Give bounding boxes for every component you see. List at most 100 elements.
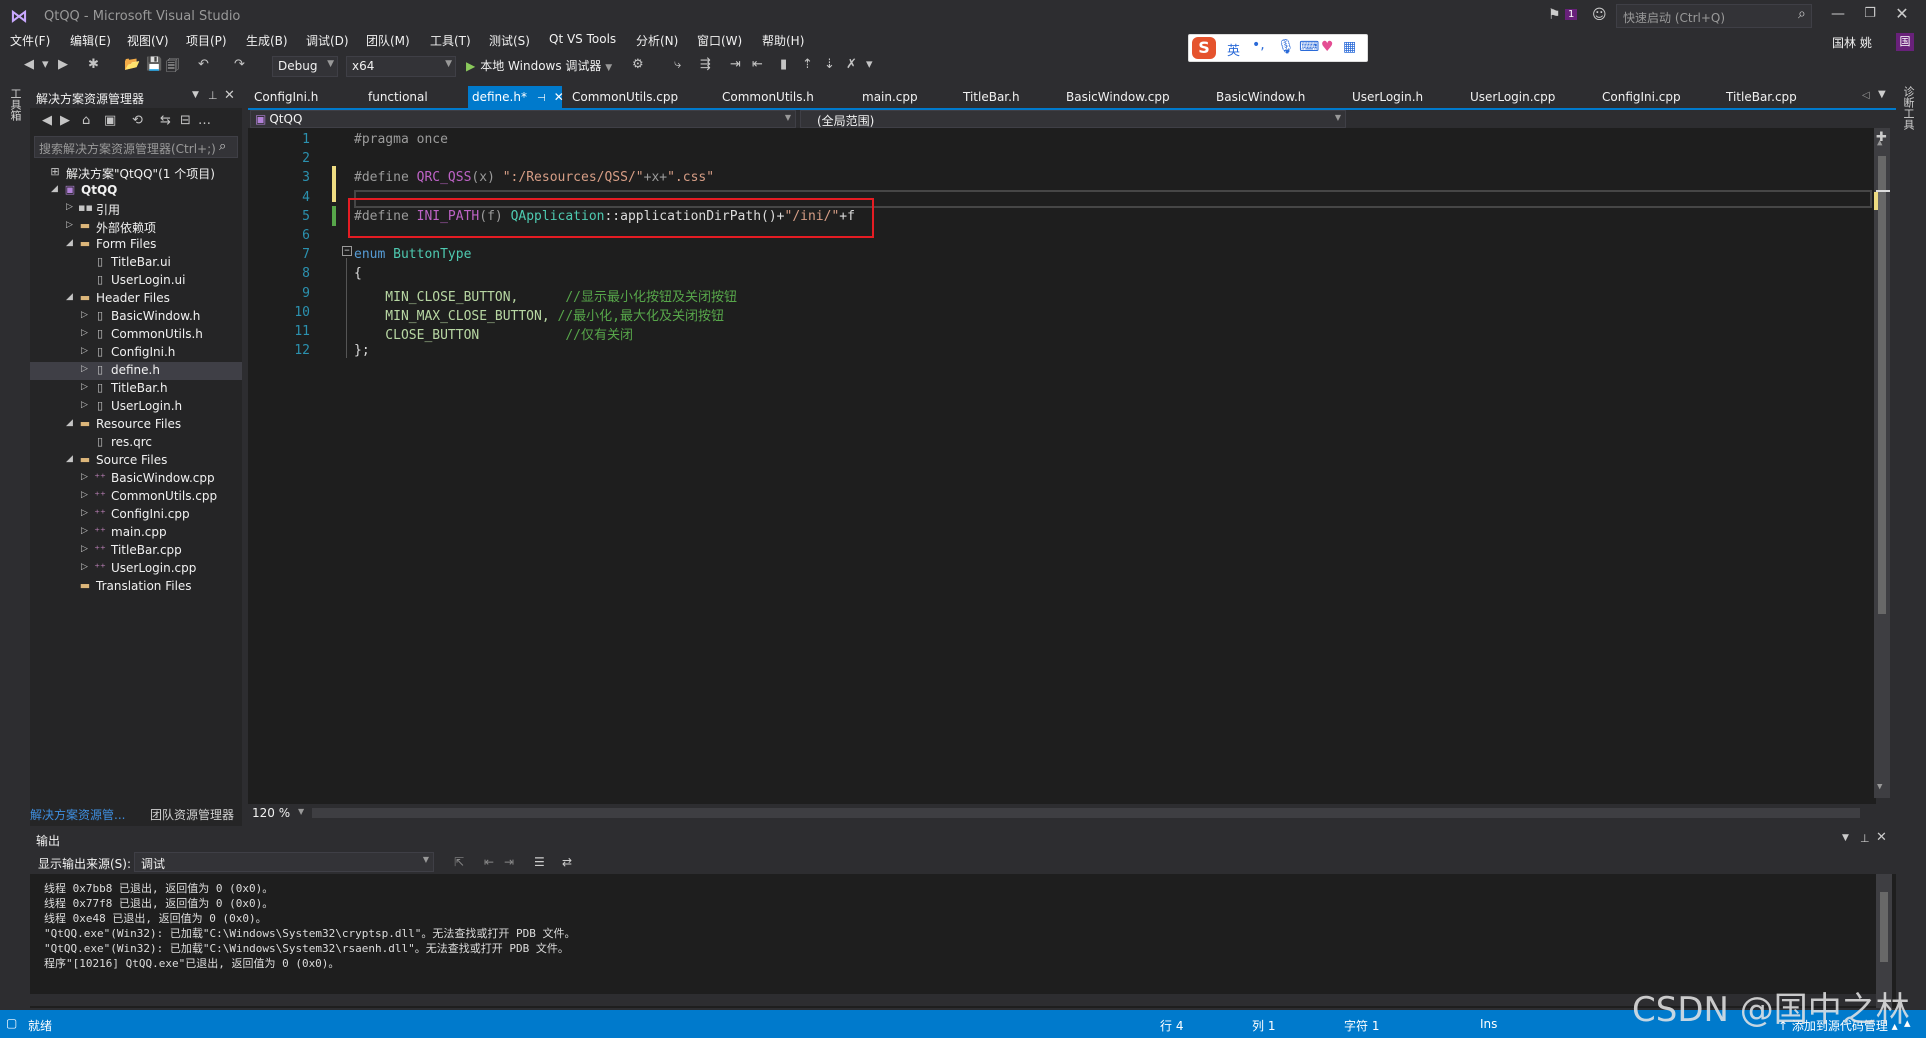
tree-item[interactable]: ▯ res.qrc bbox=[30, 434, 242, 452]
back-icon[interactable]: ◀ bbox=[24, 57, 34, 72]
expand-arrow-icon[interactable]: ▷ bbox=[81, 544, 88, 554]
diagnostic-tools-tab[interactable]: 诊断工具 bbox=[1900, 86, 1916, 130]
quick-launch-input[interactable]: 快速启动 (Ctrl+Q) bbox=[1616, 4, 1812, 28]
dropdown-arrow-icon[interactable]: ▾ bbox=[42, 57, 49, 72]
minimize-button[interactable]: — bbox=[1826, 6, 1850, 22]
tree-item[interactable]: ▷ ▯ BasicWindow.h bbox=[30, 308, 242, 326]
expand-arrow-icon[interactable]: ▷ bbox=[81, 490, 88, 500]
ime-punctuation[interactable]: •, bbox=[1252, 37, 1265, 53]
tab-basicwindow-cpp[interactable]: BasicWindow.cpp bbox=[1062, 86, 1174, 108]
save-all-icon[interactable]: 🗐 bbox=[166, 57, 179, 79]
prev-message-icon[interactable]: ⇤ bbox=[484, 855, 494, 869]
switch-view-icon[interactable]: ▣ bbox=[104, 113, 116, 128]
expand-arrow-icon[interactable]: ▷ bbox=[81, 328, 88, 338]
tab-userlogin-h[interactable]: UserLogin.h bbox=[1348, 86, 1427, 108]
close-icon[interactable]: ✕ bbox=[554, 90, 564, 104]
solution-explorer-search-input[interactable]: 搜索解决方案资源管理器(Ctrl+;) ⌕ bbox=[34, 136, 238, 158]
expand-arrow-icon[interactable]: ▷ bbox=[81, 382, 88, 392]
restore-button[interactable]: ❐ bbox=[1858, 6, 1882, 21]
editor-horizontal-scrollbar[interactable] bbox=[312, 808, 1860, 818]
tab-userlogin-cpp[interactable]: UserLogin.cpp bbox=[1466, 86, 1559, 108]
indent-icon[interactable]: ⇥ bbox=[730, 57, 741, 72]
expand-arrow-icon[interactable]: ▷ bbox=[81, 400, 88, 410]
prev-bookmark-icon[interactable]: ⇡ bbox=[802, 57, 813, 72]
configuration-select[interactable]: Debug ▼ bbox=[272, 56, 338, 77]
tab-commonutils-h[interactable]: CommonUtils.h bbox=[718, 86, 818, 108]
tree-item[interactable]: ▷ ⁺⁺ TitleBar.cpp bbox=[30, 542, 242, 560]
menu-analyze[interactable]: 分析(N) bbox=[636, 32, 678, 49]
editor-vertical-scrollbar[interactable]: ▲ ▼ bbox=[1874, 128, 1890, 798]
tab-functional[interactable]: functional bbox=[364, 86, 432, 108]
skin-icon[interactable]: ♥ bbox=[1321, 39, 1334, 55]
code-line[interactable]: #define QRC_QSS(x) ":/Resources/QSS/"+x+… bbox=[354, 170, 714, 185]
code-editor[interactable]: 1 2 3 4 5 6 7 8 9 10 11 12 − #pragma once #define QR… bbox=[248, 128, 1890, 804]
tab-main-cpp[interactable]: main.cpp bbox=[858, 86, 922, 108]
tree-item[interactable]: ▷ ▪▪ 引用 bbox=[30, 200, 242, 218]
menu-team[interactable]: 团队(M) bbox=[366, 32, 410, 49]
platform-select[interactable]: x64 ▼ bbox=[346, 56, 456, 77]
outdent-icon[interactable]: ⇤ bbox=[752, 57, 763, 72]
tab-solution-explorer[interactable]: 解决方案资源管... bbox=[30, 806, 125, 823]
tab-commonutils-cpp[interactable]: CommonUtils.cpp bbox=[568, 86, 682, 108]
next-bookmark-icon[interactable]: ⇣ bbox=[824, 57, 835, 72]
tree-item[interactable]: ▬ Translation Files bbox=[30, 578, 242, 596]
tree-item[interactable]: ▯ TitleBar.ui bbox=[30, 254, 242, 272]
tree-item[interactable]: ▷ ⁺⁺ BasicWindow.cpp bbox=[30, 470, 242, 488]
status-insert-mode[interactable]: Ins bbox=[1480, 1017, 1497, 1031]
expand-arrow-icon[interactable]: ▷ bbox=[81, 364, 88, 374]
collapse-region-icon[interactable]: − bbox=[342, 246, 352, 256]
menu-debug[interactable]: 调试(D) bbox=[306, 32, 349, 49]
tree-item[interactable]: ◢ ▣ QtQQ bbox=[30, 182, 242, 200]
output-horizontal-scrollbar[interactable] bbox=[30, 994, 1876, 1006]
properties-icon[interactable]: … bbox=[198, 113, 211, 128]
menu-edit[interactable]: 编辑(E) bbox=[70, 32, 111, 49]
chevron-down-icon[interactable]: ▼ bbox=[1842, 833, 1849, 843]
search-icon[interactable]: ⌕ bbox=[219, 139, 226, 154]
save-icon[interactable]: 💾 bbox=[146, 57, 162, 72]
collapse-arrow-icon[interactable]: ◢ bbox=[66, 418, 73, 428]
collapse-all-icon[interactable]: ⊟ bbox=[180, 113, 191, 128]
attach-process-icon[interactable]: ⚙ bbox=[632, 57, 644, 72]
forward-icon[interactable]: ▶ bbox=[58, 57, 68, 72]
menu-help[interactable]: 帮助(H) bbox=[762, 32, 804, 49]
tree-item[interactable]: ▯ UserLogin.ui bbox=[30, 272, 242, 290]
menu-build[interactable]: 生成(B) bbox=[246, 32, 288, 49]
pending-changes-icon[interactable]: ⟲ bbox=[132, 113, 143, 128]
next-message-icon[interactable]: ⇥ bbox=[504, 855, 514, 869]
collapse-arrow-icon[interactable]: ◢ bbox=[66, 454, 73, 464]
microphone-icon[interactable]: 🎙 bbox=[1277, 39, 1295, 55]
format-icon[interactable]: ⇶ bbox=[700, 57, 711, 72]
forward-icon[interactable]: ▶ bbox=[60, 113, 70, 128]
expand-arrow-icon[interactable]: ▷ bbox=[81, 508, 88, 518]
clear-all-icon[interactable]: ☰ bbox=[534, 855, 545, 869]
tabs-dropdown-icon[interactable]: ▼ bbox=[1878, 89, 1886, 100]
chevron-down-icon[interactable]: ▼ bbox=[192, 90, 199, 100]
open-file-icon[interactable]: 📂 bbox=[124, 57, 140, 72]
tree-item[interactable]: ▷ ▯ CommonUtils.h bbox=[30, 326, 242, 344]
split-editor-icon[interactable]: ✚ bbox=[1876, 130, 1887, 145]
tree-item[interactable]: ▷ ▬ 外部依赖项 bbox=[30, 218, 242, 236]
chevron-down-icon[interactable]: ▼ bbox=[298, 807, 304, 816]
scroll-down-icon[interactable]: ▼ bbox=[1877, 782, 1882, 792]
collapse-arrow-icon[interactable]: ◢ bbox=[66, 238, 73, 248]
tab-configini-h[interactable]: ConfigIni.h bbox=[250, 86, 322, 108]
expand-arrow-icon[interactable]: ▷ bbox=[66, 202, 73, 212]
tree-item[interactable]: ▷ ▯ ConfigIni.h bbox=[30, 344, 242, 362]
toolbar-options-icon[interactable]: ▾ bbox=[866, 57, 873, 72]
tree-item[interactable]: ▷ ▯ TitleBar.h bbox=[30, 380, 242, 398]
tree-item[interactable]: ▷ ▯ UserLogin.h bbox=[30, 398, 242, 416]
step-icon[interactable]: ⤷ bbox=[674, 57, 681, 72]
code-line[interactable]: MIN_MAX_CLOSE_BUTTON, //最小化,最大化及关闭按钮 bbox=[354, 305, 724, 324]
user-name[interactable]: 国林 姚 bbox=[1832, 34, 1872, 51]
tree-item[interactable]: ▷ ⁺⁺ UserLogin.cpp bbox=[30, 560, 242, 578]
code-line[interactable]: MIN_CLOSE_BUTTON, //显示最小化按钮及关闭按钮 bbox=[354, 286, 737, 305]
tree-item[interactable]: ▷ ⁺⁺ main.cpp bbox=[30, 524, 242, 542]
tree-item[interactable]: ▷ ⁺⁺ ConfigIni.cpp bbox=[30, 506, 242, 524]
menu-project[interactable]: 项目(P) bbox=[186, 32, 227, 49]
global-scope-select[interactable]: (全局范围) ▼ bbox=[800, 110, 1346, 128]
clear-bookmarks-icon[interactable]: ✗ bbox=[846, 57, 857, 72]
tab-configini-cpp[interactable]: ConfigIni.cpp bbox=[1598, 86, 1685, 108]
code-line[interactable]: enum ButtonType bbox=[354, 247, 471, 262]
collapse-arrow-icon[interactable]: ◢ bbox=[66, 292, 73, 302]
close-icon[interactable]: ✕ bbox=[224, 88, 235, 103]
